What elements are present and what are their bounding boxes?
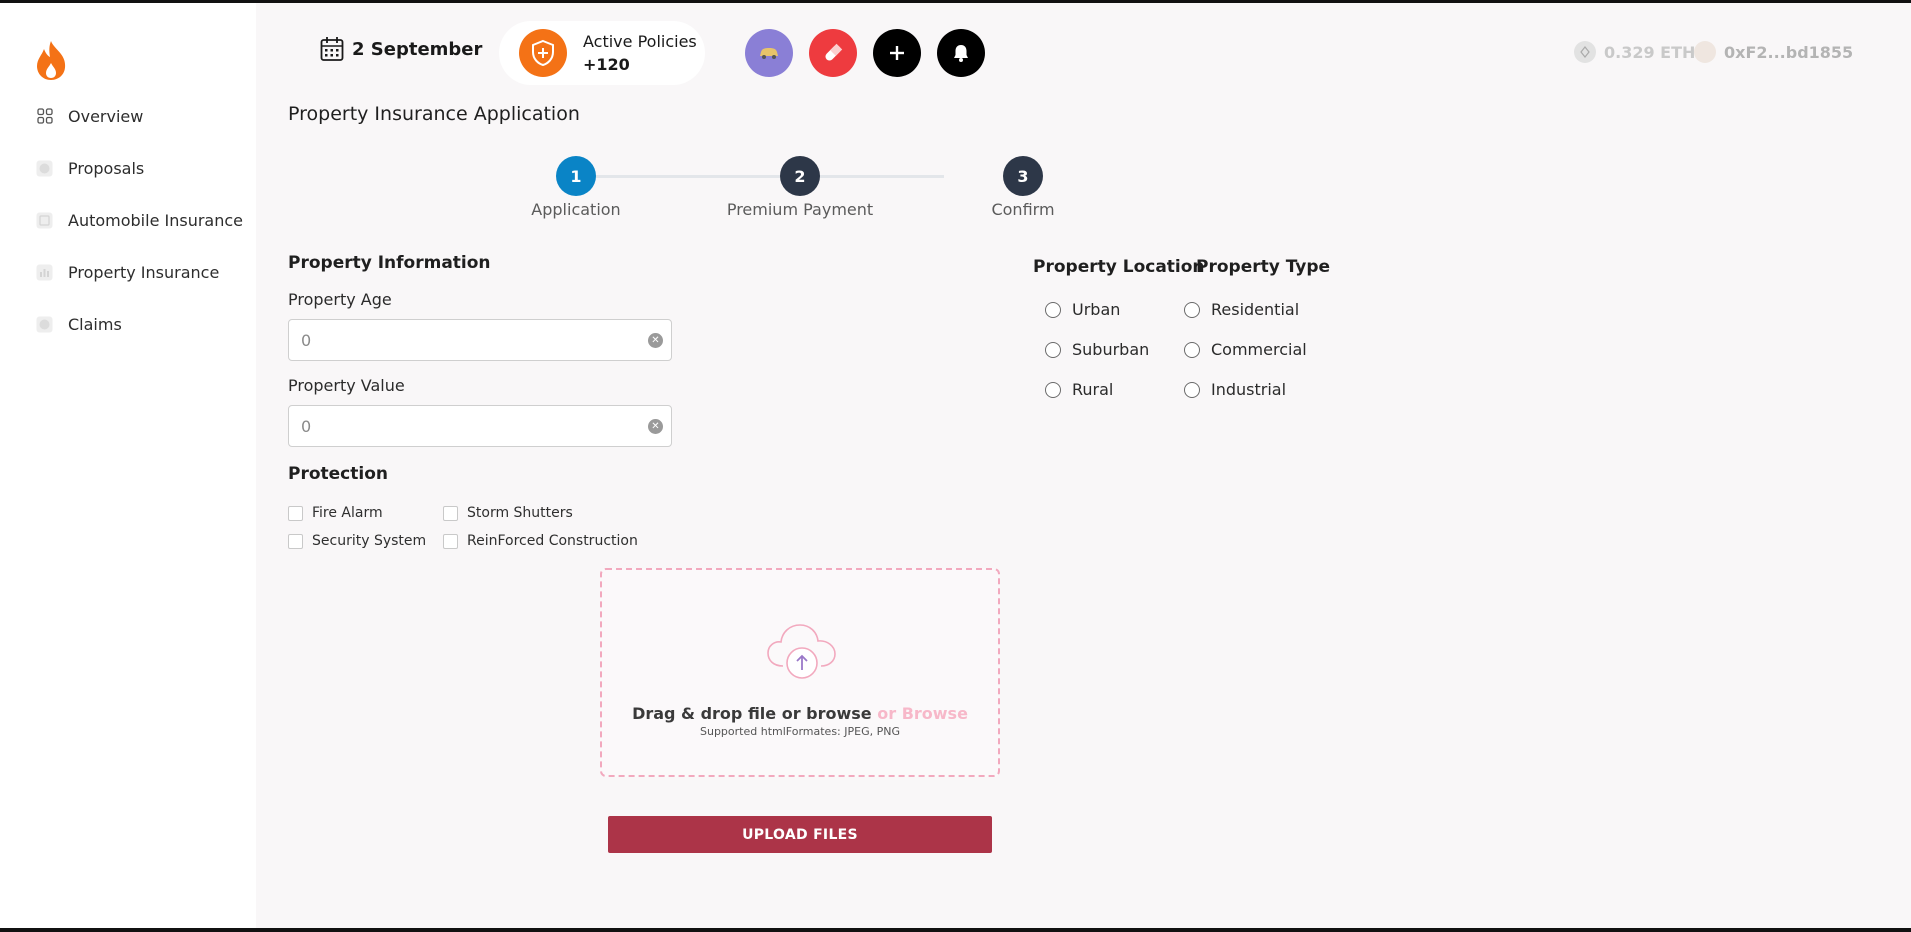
supported-formats: Supported htmlFormates: JPEG, PNG <box>700 725 900 738</box>
radio-residential[interactable]: Residential <box>1184 300 1299 319</box>
chat-icon <box>36 160 53 177</box>
active-policies-label: Active Policies <box>583 32 697 51</box>
property-age-label: Property Age <box>288 290 392 309</box>
flame-logo-icon[interactable] <box>34 39 68 81</box>
sidebar-item-claims[interactable]: Claims <box>36 310 122 338</box>
sidebar-item-label: Automobile Insurance <box>68 210 243 230</box>
main-content: 2 September Active Policies +120 0.329 E… <box>256 3 1911 928</box>
radio-label: Rural <box>1072 380 1114 399</box>
plus-icon <box>890 46 904 60</box>
wallet-address-text: 0xF2...bd1855 <box>1724 42 1854 62</box>
grid-icon <box>36 108 53 125</box>
clear-age-icon[interactable]: ✕ <box>648 333 663 348</box>
step-2[interactable]: 2 <box>780 156 820 196</box>
date-text: 2 September <box>352 38 483 60</box>
radio-circle[interactable] <box>1184 341 1200 358</box>
chat-icon <box>36 316 53 333</box>
car-icon <box>760 48 778 59</box>
checkbox-storm-shutters[interactable]: Storm Shutters <box>443 505 573 521</box>
radio-circle[interactable] <box>1045 341 1061 358</box>
checkbox-security-system[interactable]: Security System <box>288 533 426 549</box>
page-title: Property Insurance Application <box>288 103 580 125</box>
checkbox-label: Fire Alarm <box>312 505 383 521</box>
radio-commercial[interactable]: Commercial <box>1184 340 1307 359</box>
sidebar: Overview Proposals Automobile Insurance … <box>0 3 256 928</box>
active-policies-count: +120 <box>583 55 630 74</box>
radio-label: Urban <box>1072 300 1121 319</box>
health-insurance-button[interactable] <box>809 29 857 77</box>
radio-suburban[interactable]: Suburban <box>1045 340 1149 359</box>
radio-label: Suburban <box>1072 340 1150 359</box>
radio-label: Commercial <box>1211 340 1307 359</box>
notifications-button[interactable] <box>937 29 985 77</box>
wallet-balance-text: 0.329 ETH <box>1604 42 1696 62</box>
checkbox-box[interactable] <box>443 533 458 549</box>
radio-circle[interactable] <box>1045 381 1061 398</box>
step-1-label: Application <box>531 200 621 219</box>
property-value-input[interactable] <box>288 405 672 447</box>
clear-value-icon[interactable]: ✕ <box>648 419 663 434</box>
step-1[interactable]: 1 <box>556 156 596 196</box>
dropzone-text: Drag & drop file or browse <box>632 704 872 723</box>
browse-link[interactable]: or Browse <box>877 704 968 723</box>
checkbox-label: Security System <box>312 533 427 549</box>
checkbox-fire-alarm[interactable]: Fire Alarm <box>288 505 383 521</box>
property-information-heading: Property Information <box>288 253 491 273</box>
avatar <box>1694 41 1716 63</box>
checkbox-box[interactable] <box>443 505 458 521</box>
sidebar-item-label: Claims <box>68 314 122 334</box>
sidebar-item-proposals[interactable]: Proposals <box>36 154 144 182</box>
radio-circle[interactable] <box>1184 301 1200 318</box>
radio-industrial[interactable]: Industrial <box>1184 380 1286 399</box>
step-3[interactable]: 3 <box>1003 156 1043 196</box>
checkbox-label: Storm Shutters <box>467 505 573 521</box>
date-display: 2 September <box>320 36 482 62</box>
property-age-input[interactable] <box>288 319 672 361</box>
dropzone-instructions: Drag & drop file or browse or Browse <box>602 704 998 723</box>
add-button[interactable] <box>873 29 921 77</box>
file-dropzone[interactable]: Drag & drop file or browse or Browse Sup… <box>600 568 1000 777</box>
calendar-icon <box>320 37 344 61</box>
ethereum-icon <box>1574 41 1596 63</box>
stepper-line <box>574 175 944 178</box>
checkbox-box[interactable] <box>288 533 303 549</box>
checkbox-box[interactable] <box>288 505 303 521</box>
step-3-label: Confirm <box>991 200 1055 219</box>
step-2-label: Premium Payment <box>726 200 874 219</box>
radio-urban[interactable]: Urban <box>1045 300 1120 319</box>
radio-rural[interactable]: Rural <box>1045 380 1113 399</box>
sidebar-item-label: Overview <box>68 106 144 126</box>
checkbox-label: ReinForced Construction <box>467 533 638 549</box>
sidebar-item-label: Property Insurance <box>68 262 220 282</box>
sidebar-item-property-insurance[interactable]: Property Insurance <box>36 258 219 286</box>
document-icon <box>36 212 53 229</box>
shield-icon <box>519 29 567 77</box>
property-type-heading: Property Type <box>1196 257 1331 277</box>
cloud-upload-icon <box>767 624 836 679</box>
upload-files-button[interactable]: UPLOAD FILES <box>608 816 992 853</box>
protection-heading: Protection <box>288 464 388 484</box>
radio-label: Industrial <box>1211 380 1287 399</box>
property-value-label: Property Value <box>288 376 405 395</box>
wallet-balance: 0.329 ETH <box>1574 41 1695 63</box>
active-policies-card: Active Policies +120 <box>499 21 705 85</box>
sidebar-item-automobile-insurance[interactable]: Automobile Insurance <box>36 206 243 234</box>
radio-circle[interactable] <box>1045 301 1061 318</box>
bottom-border <box>0 928 1911 932</box>
checkbox-reinforced-construction[interactable]: ReinForced Construction <box>443 533 638 549</box>
radio-circle[interactable] <box>1184 381 1200 398</box>
property-location-heading: Property Location <box>1033 257 1205 277</box>
sidebar-item-label: Proposals <box>68 158 145 178</box>
pill-icon <box>825 43 843 61</box>
wallet-address[interactable]: 0xF2...bd1855 <box>1694 41 1853 63</box>
sidebar-item-overview[interactable]: Overview <box>36 102 143 130</box>
radio-label: Residential <box>1211 300 1300 319</box>
bell-icon <box>954 45 968 62</box>
bar-chart-icon <box>36 264 53 281</box>
car-insurance-button[interactable] <box>745 29 793 77</box>
